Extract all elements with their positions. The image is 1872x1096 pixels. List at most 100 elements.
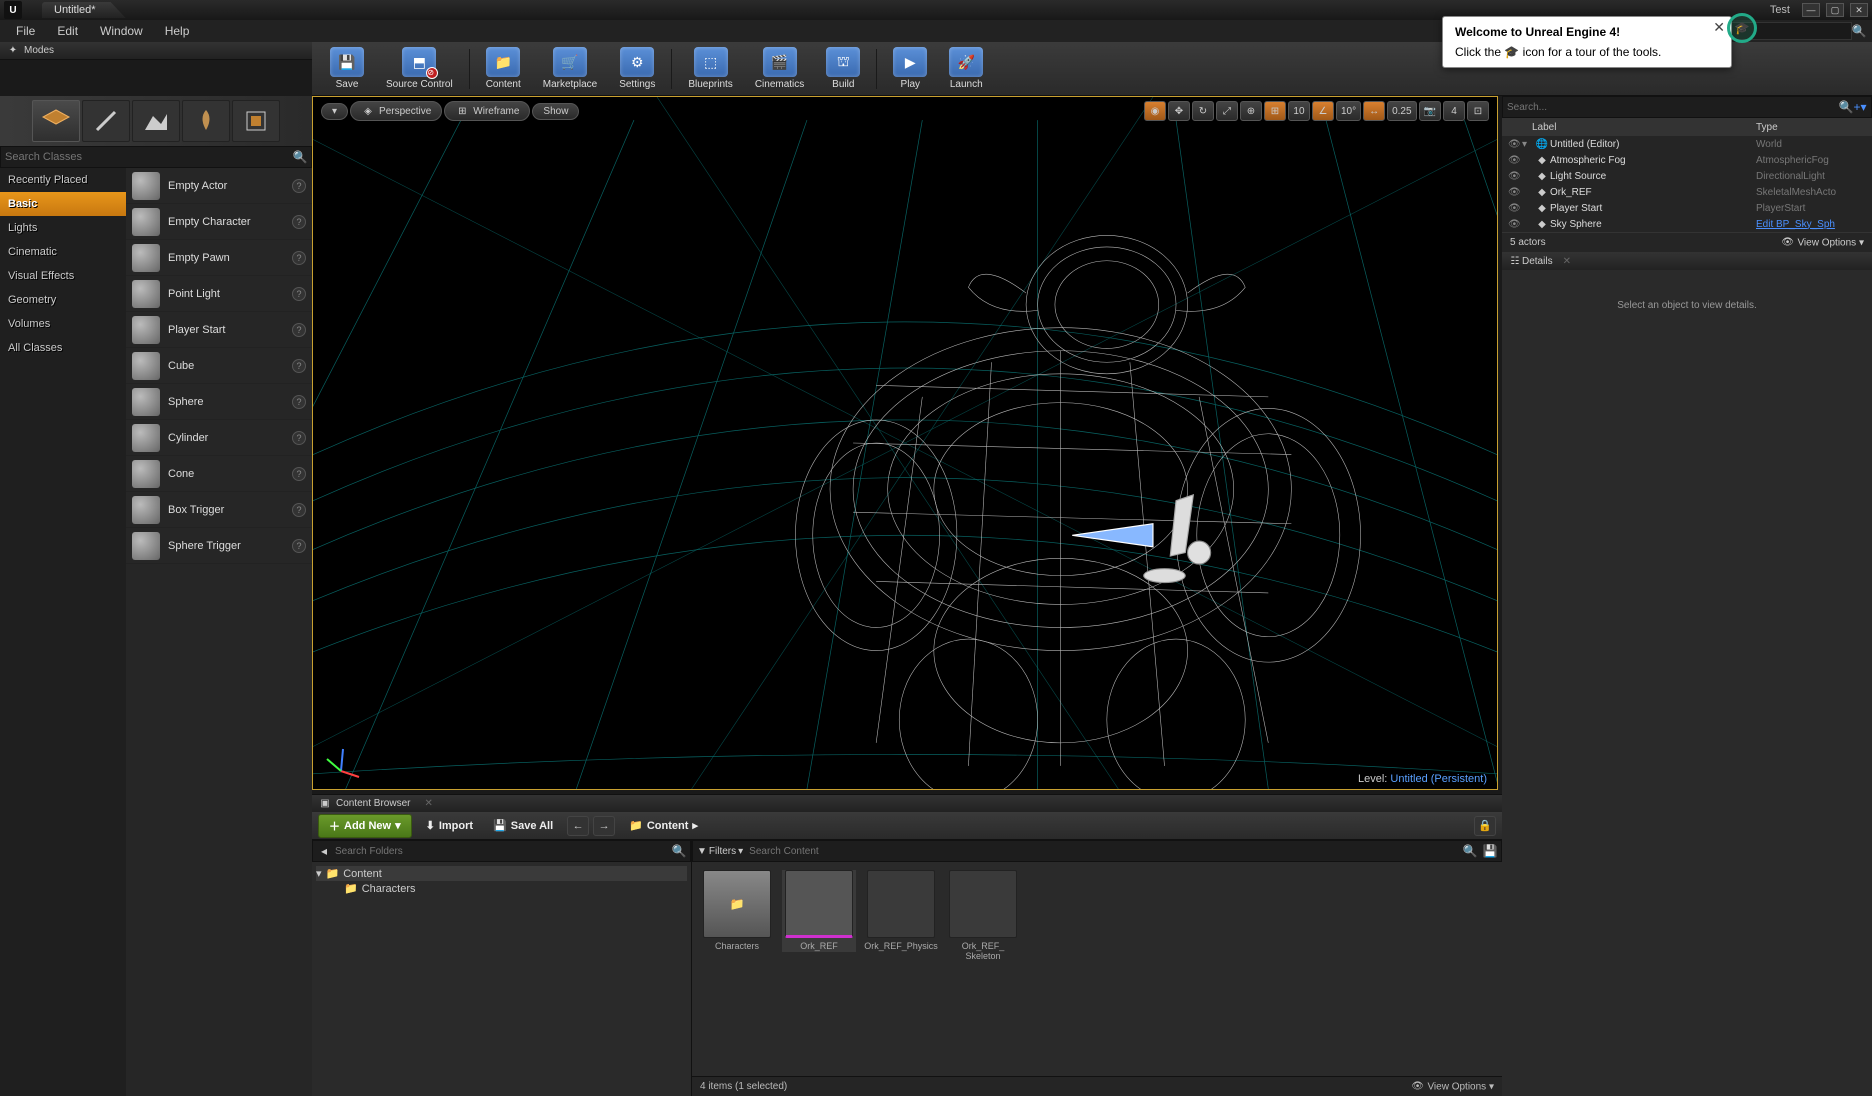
source-control-button[interactable]: ⬒⊘Source Control [376,45,463,92]
transform-rotate-button[interactable]: ↻ [1192,101,1214,121]
grid-snap-value[interactable]: 10 [1288,101,1310,121]
help-icon[interactable]: ? [292,503,306,517]
build-button[interactable]: ⛫Build [816,45,870,92]
document-tab[interactable]: Untitled* [42,2,126,18]
menu-window[interactable]: Window [90,22,153,40]
outliner-row-root[interactable]: 👁 ▾ 🌐 Untitled (Editor) World [1502,136,1872,152]
help-icon[interactable]: ? [292,539,306,553]
nav-back-button[interactable]: ← [567,816,589,836]
tutorial-hub-icon[interactable]: 🎓 [1727,13,1757,43]
placeable-item[interactable]: Cylinder? [126,420,312,456]
coordinate-space-button[interactable]: ⊕ [1240,101,1262,121]
angle-snap-value[interactable]: 10° [1336,101,1361,121]
breadcrumb[interactable]: 📁Content ▸ [623,816,704,835]
search-icon[interactable]: 🔍 [1463,844,1477,858]
tree-node-characters[interactable]: 📁Characters [316,881,687,896]
eye-icon[interactable]: 👁 [1508,155,1522,166]
cinematics-button[interactable]: 🎬Cinematics [745,45,814,92]
column-type[interactable]: Type [1756,122,1866,133]
mode-paint-icon[interactable] [82,100,130,142]
mode-place-icon[interactable] [32,100,80,142]
category-item[interactable]: Basic [0,192,126,216]
viewport-options-dropdown[interactable]: ▾ [321,103,348,120]
help-icon[interactable]: ? [292,179,306,193]
placeable-item[interactable]: Point Light? [126,276,312,312]
import-button[interactable]: ⬇Import [420,816,479,835]
category-item[interactable]: All Classes [0,336,126,360]
help-icon[interactable]: ? [292,431,306,445]
mode-landscape-icon[interactable] [132,100,180,142]
placeable-item[interactable]: Player Start? [126,312,312,348]
column-label[interactable]: Label [1518,122,1756,133]
settings-button[interactable]: ⚙Settings [609,45,665,92]
asset-folder[interactable]: 📁Characters [700,870,774,952]
viewport[interactable]: ▾ ◈Perspective ⊞Wireframe Show ◉ ✥ ↻ ⤢ ⊕… [312,96,1498,790]
help-icon[interactable]: ? [292,323,306,337]
minimize-button[interactable]: — [1802,3,1820,17]
category-item[interactable]: Lights [0,216,126,240]
help-icon[interactable]: ? [292,251,306,265]
asset-search-input[interactable] [749,846,1457,857]
help-icon[interactable]: ? [292,215,306,229]
chevron-down-icon[interactable]: ▾ [1522,139,1534,150]
content-browser-tab[interactable]: ▣ Content Browser ✕ [312,794,1502,812]
view-options-dropdown[interactable]: 👁 View Options ▾ [1411,1080,1494,1094]
camera-speed-value[interactable]: 4 [1443,101,1465,121]
placeable-item[interactable]: Empty Pawn? [126,240,312,276]
help-icon[interactable]: ? [292,395,306,409]
mode-geometry-icon[interactable] [232,100,280,142]
save-all-button[interactable]: 💾Save All [487,816,559,835]
play-button[interactable]: ▶Play [883,45,937,92]
search-icon[interactable]: 🔍 [1839,100,1853,114]
search-icon[interactable]: 🔍 [293,150,307,164]
add-filter-icon[interactable]: +▾ [1853,100,1867,114]
transform-select-button[interactable]: ◉ [1144,101,1166,121]
viewport-maximize-button[interactable]: ⊡ [1467,101,1489,121]
eye-icon[interactable]: 👁 [1508,219,1522,230]
viewport-perspective-dropdown[interactable]: ◈Perspective [350,101,442,121]
eye-icon[interactable]: 👁 [1508,187,1522,198]
blueprints-button[interactable]: ⬚Blueprints [678,45,742,92]
maximize-button[interactable]: ▢ [1826,3,1844,17]
placeable-item[interactable]: Cone? [126,456,312,492]
scale-snap-value[interactable]: 0.25 [1387,101,1416,121]
content-button[interactable]: 📁Content [476,45,531,92]
eye-icon[interactable]: 👁 [1508,139,1522,150]
menu-edit[interactable]: Edit [47,22,88,40]
placeable-item[interactable]: Sphere Trigger? [126,528,312,564]
details-panel-tab[interactable]: ☷ Details ✕ [1502,252,1872,270]
collapse-icon[interactable]: ◂ [317,844,331,858]
folder-search-input[interactable] [335,846,668,857]
outliner-search-input[interactable] [1507,102,1839,113]
outliner-row[interactable]: 👁◆Ork_REFSkeletalMeshActo [1502,184,1872,200]
outliner-row[interactable]: 👁◆Sky SphereEdit BP_Sky_Sph [1502,216,1872,232]
menu-help[interactable]: Help [155,22,200,40]
tab-close-icon[interactable]: ✕ [424,798,432,809]
outliner-row[interactable]: 👁◆Atmospheric FogAtmosphericFog [1502,152,1872,168]
actor-type[interactable]: Edit BP_Sky_Sph [1756,219,1866,230]
category-item[interactable]: Volumes [0,312,126,336]
placeable-item[interactable]: Sphere? [126,384,312,420]
close-icon[interactable]: ✕ [1713,19,1725,36]
save-icon[interactable]: 💾 [1483,844,1497,858]
placeable-item[interactable]: Empty Character? [126,204,312,240]
search-icon[interactable]: 🔍 [672,844,686,858]
camera-speed-icon[interactable]: 📷 [1419,101,1441,121]
viewport-show-dropdown[interactable]: Show [532,103,579,120]
lock-button[interactable]: 🔒 [1474,816,1496,836]
eye-icon[interactable]: 👁 [1508,203,1522,214]
eye-icon[interactable]: 👁 [1508,171,1522,182]
tree-node-content[interactable]: ▾📁Content [316,866,687,881]
asset-item[interactable]: Ork_REF_Skeleton [946,870,1020,962]
mode-foliage-icon[interactable] [182,100,230,142]
help-icon[interactable]: ? [292,359,306,373]
help-icon[interactable]: ? [292,287,306,301]
grid-snap-toggle[interactable]: ⊞ [1264,101,1286,121]
filters-dropdown[interactable]: ▼Filters▾ [697,846,743,857]
viewport-viewmode-dropdown[interactable]: ⊞Wireframe [444,101,530,121]
placeable-item[interactable]: Box Trigger? [126,492,312,528]
search-icon[interactable]: 🔍 [1852,24,1866,38]
launch-button[interactable]: 🚀Launch [939,45,993,92]
classes-search-input[interactable] [5,151,293,163]
outliner-row[interactable]: 👁◆Player StartPlayerStart [1502,200,1872,216]
